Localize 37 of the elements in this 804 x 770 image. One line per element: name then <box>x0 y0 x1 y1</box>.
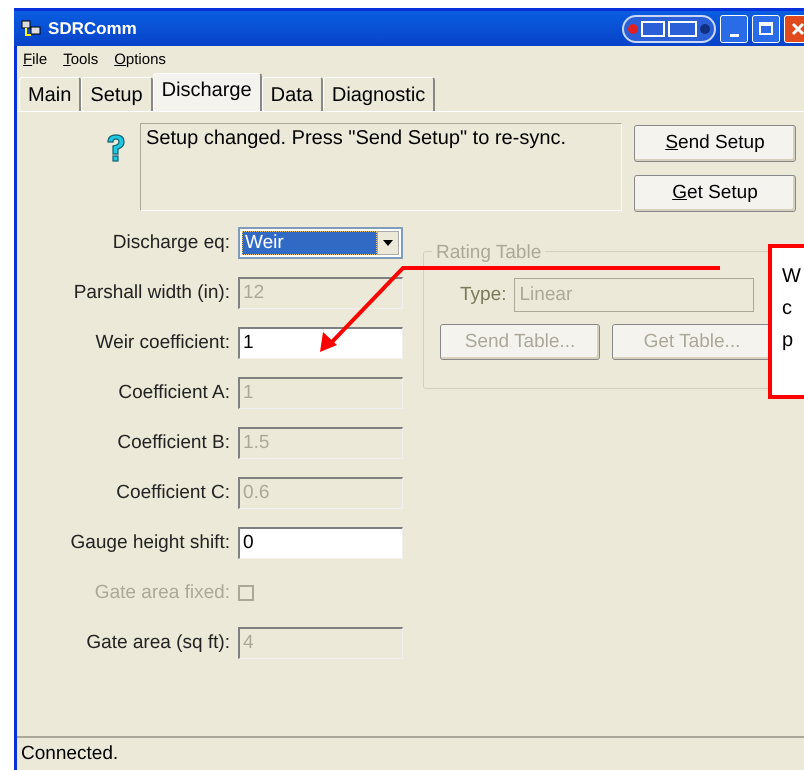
field-label: Coefficient C: <box>115 480 231 505</box>
tab[interactable]: Data <box>262 77 323 111</box>
tab[interactable]: Discharge <box>152 73 262 111</box>
setup-button[interactable]: Get Setup <box>634 175 796 212</box>
field-label: Coefficient A: <box>117 380 231 405</box>
type-label: Type: <box>460 282 506 307</box>
status-text: Connected. <box>20 742 120 766</box>
menu-item[interactable]: Tools <box>63 48 98 72</box>
maximize-button[interactable] <box>752 14 780 42</box>
menu-item[interactable]: File <box>23 48 48 72</box>
input-field[interactable]: 0 <box>238 527 403 559</box>
help-icon <box>105 133 127 163</box>
field-label: Gate area (sq ft): <box>85 630 231 655</box>
field-label: Discharge eq: <box>112 230 231 255</box>
setup-button[interactable]: Send Setup <box>634 125 796 162</box>
callout-text: W <box>782 264 802 289</box>
app-icon <box>20 18 42 38</box>
tab[interactable]: Diagnostic <box>322 77 436 111</box>
tab[interactable]: Main <box>19 77 82 111</box>
window-title: SDRComm <box>48 18 137 40</box>
tab[interactable]: Setup <box>81 77 153 111</box>
close-icon <box>791 22 804 36</box>
message-box: Setup changed. Press "Send Setup" to re-sync. <box>140 123 622 211</box>
menu-item[interactable]: Options <box>114 48 166 72</box>
field-label: Weir coefficient: <box>94 330 231 355</box>
input-field[interactable]: 1 <box>238 327 403 359</box>
minimize-button[interactable] <box>720 14 748 42</box>
field-label: Coefficient B: <box>116 430 231 455</box>
tray-controls-icon[interactable] <box>622 14 716 42</box>
field-label: Gauge height shift: <box>70 530 231 555</box>
field-label: Parshall width (in): <box>72 280 231 305</box>
field-label: Gate area fixed: <box>94 580 231 605</box>
close-button[interactable] <box>784 14 804 42</box>
callout-text: c <box>782 296 793 321</box>
dropdown-field[interactable]: Weir <box>238 227 403 259</box>
callout-text: p <box>782 328 794 353</box>
caret-icon <box>377 231 399 255</box>
